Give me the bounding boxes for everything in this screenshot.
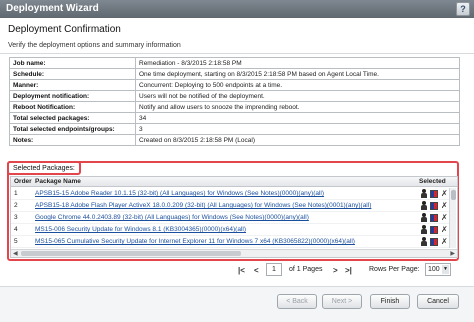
flag-icon[interactable] <box>430 190 438 198</box>
page-number-input[interactable]: 1 <box>266 263 282 276</box>
row-order: 2 <box>14 202 18 209</box>
scroll-right-icon[interactable]: ▶ <box>450 250 455 257</box>
table-row[interactable]: 1 APSB15-15 Adobe Reader 10.1.15 (32-bit… <box>11 188 449 200</box>
grid-header: Order Package Name Selected <box>11 177 457 187</box>
package-link[interactable]: APSB15-18 Adobe Flash Player ActiveX 18.… <box>35 202 417 209</box>
page-title: Deployment Confirmation <box>8 24 121 35</box>
summary-value: One time deployment, starting on 8/3/201… <box>135 68 460 80</box>
summary-row-notes: Notes: Created on 8/3/2015 2:18:58 PM (L… <box>9 134 460 146</box>
row-order: 5 <box>14 238 18 245</box>
remove-icon[interactable]: ✗ <box>441 213 448 223</box>
row-actions: ✗ <box>421 201 449 211</box>
summary-row-job-name: Job name: Remediation - 8/3/2015 2:18:58… <box>9 57 460 69</box>
summary-label: Deployment notification: <box>9 90 136 102</box>
packages-grid: Order Package Name Selected 1 APSB15-15 … <box>10 176 458 258</box>
summary-label: Reboot Notification: <box>9 101 136 113</box>
prev-page-button[interactable]: < <box>254 266 259 275</box>
page-subtitle: Verify the deployment options and summar… <box>8 42 181 49</box>
summary-value: 34 <box>135 112 460 124</box>
user-icon[interactable] <box>421 189 427 199</box>
first-page-button[interactable]: |< <box>238 266 245 275</box>
row-order: 3 <box>14 214 18 221</box>
row-actions: ✗ <box>421 237 449 247</box>
horizontal-scrollbar[interactable]: ◀ ▶ <box>11 249 457 257</box>
window-title: Deployment Wizard <box>6 3 99 14</box>
selected-packages-label: Selected Packages: <box>7 161 81 175</box>
wizard-header: Deployment Confirmation Verify the deplo… <box>0 18 474 54</box>
column-header-order[interactable]: Order <box>14 178 32 185</box>
table-row[interactable]: 5 MS15-065 Cumulative Security Update fo… <box>11 236 449 248</box>
summary-value: Remediation - 8/3/2015 2:18:58 PM <box>135 57 460 69</box>
scroll-left-icon[interactable]: ◀ <box>13 250 18 257</box>
summary-value: Created on 8/3/2015 2:18:58 PM (Local) <box>135 134 460 146</box>
chevron-down-icon[interactable]: ▼ <box>442 265 449 274</box>
scrollbar-thumb[interactable] <box>451 190 456 200</box>
summary-label: Job name: <box>9 57 136 69</box>
summary-row-reboot-notification: Reboot Notification: Notify and allow us… <box>9 101 460 113</box>
user-icon[interactable] <box>421 201 427 211</box>
summary-label: Notes: <box>9 134 136 146</box>
row-actions: ✗ <box>421 213 449 223</box>
flag-icon[interactable] <box>430 202 438 210</box>
user-icon[interactable] <box>421 237 427 247</box>
remove-icon[interactable]: ✗ <box>441 225 448 235</box>
vertical-scrollbar[interactable] <box>449 188 456 248</box>
row-actions: ✗ <box>421 189 449 199</box>
help-button[interactable]: ? <box>456 2 470 16</box>
summary-label: Total selected endpoints/groups: <box>9 123 136 135</box>
summary-label: Total selected packages: <box>9 112 136 124</box>
rows-per-page-select[interactable]: 100 ▼ <box>425 263 451 276</box>
last-page-button[interactable]: >| <box>345 266 352 275</box>
summary-table: Job name: Remediation - 8/3/2015 2:18:58… <box>9 57 460 146</box>
remove-icon[interactable]: ✗ <box>441 237 448 247</box>
rows-per-page-label: Rows Per Page: <box>369 266 420 273</box>
row-order: 4 <box>14 226 18 233</box>
summary-row-total-endpoints: Total selected endpoints/groups: 3 <box>9 123 460 135</box>
package-link[interactable]: MS15-006 Security Update for Windows 8.1… <box>35 226 417 233</box>
summary-row-manner: Manner: Concurrent: Deploying to 500 end… <box>9 79 460 91</box>
row-order: 1 <box>14 190 18 197</box>
flag-icon[interactable] <box>430 214 438 222</box>
next-page-button[interactable]: > <box>333 266 338 275</box>
table-row[interactable]: 2 APSB15-18 Adobe Flash Player ActiveX 1… <box>11 200 449 212</box>
table-row[interactable]: 3 Google Chrome 44.0.2403.89 (32-bit) (A… <box>11 212 449 224</box>
cancel-button[interactable]: Cancel <box>417 294 459 309</box>
summary-value: 3 <box>135 123 460 135</box>
summary-value: Notify and allow users to snooze the imp… <box>135 101 460 113</box>
package-link[interactable]: MS15-065 Cumulative Security Update for … <box>35 238 417 245</box>
page-count-label: of 1 Pages <box>289 266 323 273</box>
remove-icon[interactable]: ✗ <box>441 201 448 211</box>
title-bar: Deployment Wizard ? <box>0 0 474 18</box>
finish-button[interactable]: Finish <box>370 294 410 309</box>
summary-value: Concurrent: Deploying to 500 endpoints a… <box>135 79 460 91</box>
next-button[interactable]: Next > <box>322 294 362 309</box>
remove-icon[interactable]: ✗ <box>441 189 448 199</box>
summary-value: Users will not be notified of the deploy… <box>135 90 460 102</box>
package-link[interactable]: Google Chrome 44.0.2403.89 (32-bit) (All… <box>35 214 417 221</box>
flag-icon[interactable] <box>430 238 438 246</box>
table-row[interactable]: 4 MS15-006 Security Update for Windows 8… <box>11 224 449 236</box>
scrollbar-thumb[interactable] <box>21 251 241 256</box>
row-actions: ✗ <box>421 225 449 235</box>
package-link[interactable]: APSB15-15 Adobe Reader 10.1.15 (32-bit) … <box>35 190 417 197</box>
column-header-selected[interactable]: Selected <box>419 178 446 185</box>
user-icon[interactable] <box>421 213 427 223</box>
back-button[interactable]: < Back <box>277 294 317 309</box>
flag-icon[interactable] <box>430 226 438 234</box>
column-header-package-name[interactable]: Package Name <box>35 178 81 185</box>
summary-row-deployment-notification: Deployment notification: Users will not … <box>9 90 460 102</box>
summary-row-schedule: Schedule: One time deployment, starting … <box>9 68 460 80</box>
summary-label: Schedule: <box>9 68 136 80</box>
user-icon[interactable] <box>421 225 427 235</box>
summary-row-total-packages: Total selected packages: 34 <box>9 112 460 124</box>
summary-label: Manner: <box>9 79 136 91</box>
rows-per-page-value: 100 <box>428 266 440 273</box>
